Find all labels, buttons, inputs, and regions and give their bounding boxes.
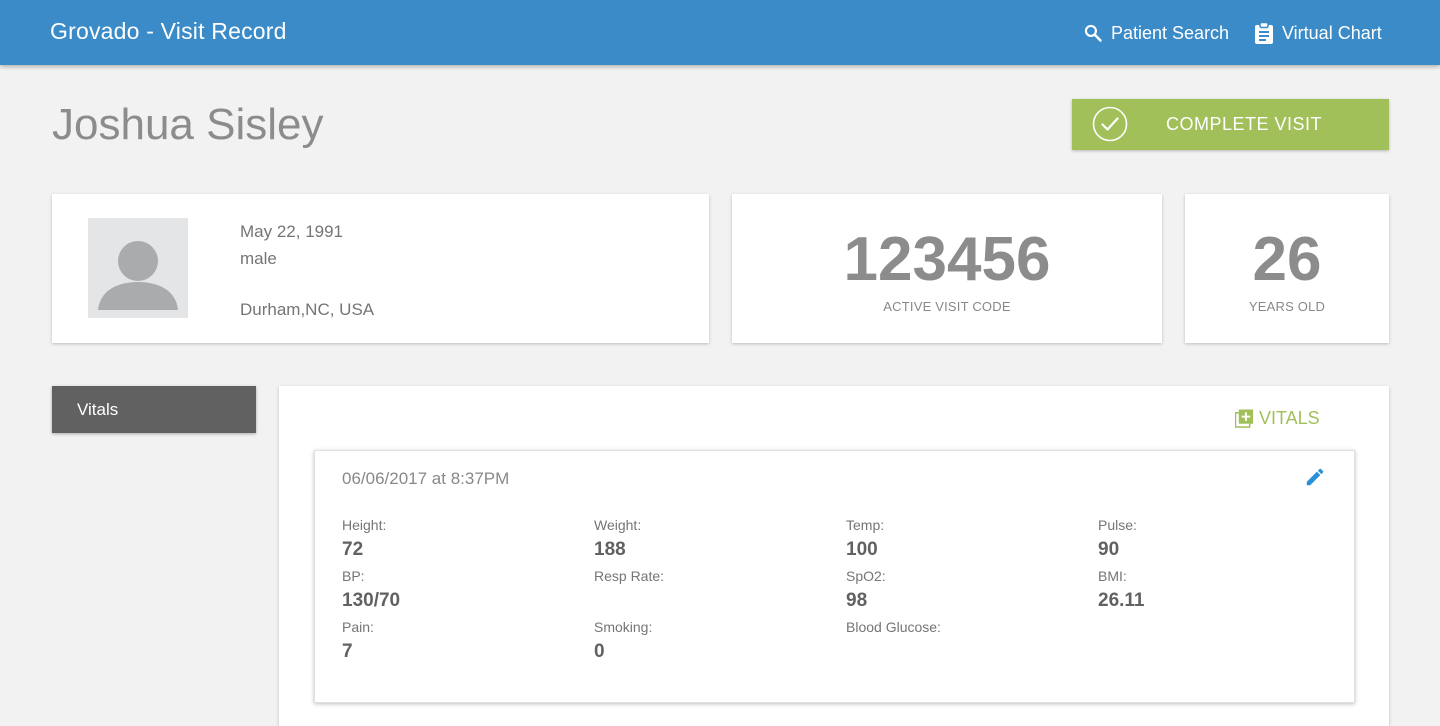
vital-value: 72 bbox=[342, 539, 364, 560]
vital-label: BP: bbox=[342, 568, 365, 584]
vital-label: Temp: bbox=[846, 517, 885, 533]
pencil-icon[interactable] bbox=[1304, 466, 1326, 488]
patient-name: Joshua Sisley bbox=[52, 100, 324, 149]
age-card: 26 YEARS OLD bbox=[1185, 194, 1389, 343]
vital-temp: Temp: 100 bbox=[846, 517, 884, 561]
patient-search-label: Patient Search bbox=[1111, 22, 1230, 43]
vital-value: 130/70 bbox=[342, 590, 401, 611]
vital-value: 100 bbox=[846, 539, 878, 560]
age-value: 26 bbox=[1252, 225, 1322, 294]
tab-vitals[interactable]: Vitals bbox=[52, 386, 256, 433]
add-box-icon bbox=[1235, 409, 1254, 428]
add-vitals-label: VITALS bbox=[1259, 408, 1320, 428]
vital-label: Blood Glucose: bbox=[846, 619, 941, 635]
check-circle-icon bbox=[1092, 106, 1128, 142]
app-title: Grovado - Visit Record bbox=[50, 18, 287, 44]
vital-pain: Pain: 7 bbox=[342, 619, 374, 663]
patient-location: Durham,NC, USA bbox=[240, 300, 375, 319]
age-label: YEARS OLD bbox=[1248, 299, 1326, 314]
virtual-chart-link[interactable]: Virtual Chart bbox=[1254, 20, 1382, 46]
vital-value: 26.11 bbox=[1098, 590, 1145, 611]
clipboard-icon bbox=[1255, 22, 1273, 44]
search-icon bbox=[1084, 24, 1102, 42]
vital-smoking: Smoking: 0 bbox=[594, 619, 652, 663]
vital-resp-rate: Resp Rate: bbox=[594, 568, 664, 590]
vital-value: 7 bbox=[342, 641, 353, 662]
person-silhouette-icon bbox=[98, 241, 178, 310]
complete-visit-button[interactable]: COMPLETE VISIT bbox=[1072, 99, 1389, 150]
vital-weight: Weight: 188 bbox=[594, 517, 641, 561]
vital-label: Weight: bbox=[594, 517, 642, 533]
tab-vitals-label: Vitals bbox=[77, 400, 119, 419]
vitals-entry-card: 06/06/2017 at 8:37PM Height: 72 Weight: … bbox=[314, 450, 1355, 703]
patient-profile-card: May 22, 1991 male Durham,NC, USA bbox=[52, 194, 709, 343]
vital-blood-glucose: Blood Glucose: bbox=[846, 619, 941, 641]
vital-label: Smoking: bbox=[594, 619, 653, 635]
visit-code-value: 123456 bbox=[843, 225, 1051, 294]
add-vitals-button[interactable]: VITALS bbox=[1235, 408, 1320, 429]
vitals-panel: VITALS 06/06/2017 at 8:37PM Height: 72 W… bbox=[279, 386, 1389, 726]
patient-sex: male bbox=[240, 249, 277, 268]
vital-label: Pain: bbox=[342, 619, 374, 635]
patient-dob: May 22, 1991 bbox=[240, 222, 344, 241]
vital-height: Height: 72 bbox=[342, 517, 386, 561]
vital-value: 0 bbox=[594, 641, 605, 662]
complete-visit-label: COMPLETE VISIT bbox=[1166, 114, 1323, 134]
virtual-chart-label: Virtual Chart bbox=[1282, 22, 1382, 43]
vital-spo2: SpO2: 98 bbox=[846, 568, 886, 612]
avatar bbox=[88, 218, 188, 318]
vital-label: SpO2: bbox=[846, 568, 886, 584]
vital-value: 90 bbox=[1098, 539, 1120, 560]
top-app-bar: Grovado - Visit Record Patient Search Vi… bbox=[0, 0, 1440, 65]
visit-code-card: 123456 ACTIVE VISIT CODE bbox=[732, 194, 1162, 343]
vital-bmi: BMI: 26.11 bbox=[1098, 568, 1145, 612]
vital-label: Pulse: bbox=[1098, 517, 1137, 533]
vital-value: 188 bbox=[594, 539, 626, 560]
vital-label: Resp Rate: bbox=[594, 568, 665, 584]
vital-label: Height: bbox=[342, 517, 387, 533]
vital-bp: BP: 130/70 bbox=[342, 568, 400, 612]
vital-pulse: Pulse: 90 bbox=[1098, 517, 1137, 561]
vital-value: 98 bbox=[846, 590, 868, 611]
vitals-timestamp: 06/06/2017 at 8:37PM bbox=[342, 469, 510, 488]
patient-search-link[interactable]: Patient Search bbox=[1083, 20, 1229, 46]
vital-label: BMI: bbox=[1098, 568, 1127, 584]
visit-code-label: ACTIVE VISIT CODE bbox=[883, 299, 1011, 314]
